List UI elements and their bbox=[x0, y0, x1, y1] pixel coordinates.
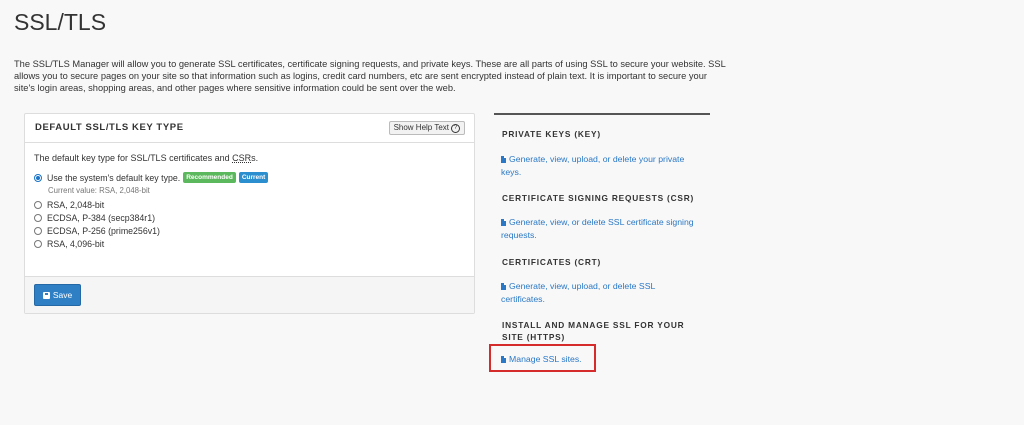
link-certificates[interactable]: Generate, view, upload, or delete SSL ce… bbox=[501, 280, 701, 306]
option-label: Use the system's default key type. bbox=[47, 172, 181, 183]
panel-body: The default key type for SSL/TLS certifi… bbox=[25, 143, 474, 279]
option-system-default[interactable]: Use the system's default key type. Recom… bbox=[34, 172, 269, 183]
show-help-text-button[interactable]: Show Help Text ? bbox=[388, 121, 465, 135]
option-label: RSA, 4,096-bit bbox=[47, 239, 105, 249]
current-badge: Current bbox=[238, 172, 269, 183]
radio-ecdsa-p384[interactable] bbox=[34, 214, 42, 222]
save-button-label: Save bbox=[52, 290, 73, 300]
panel-title: DEFAULT SSL/TLS KEY TYPE bbox=[35, 122, 184, 133]
default-key-type-panel: DEFAULT SSL/TLS KEY TYPE Show Help Text … bbox=[24, 113, 475, 314]
section-title-certificates: CERTIFICATES (CRT) bbox=[502, 257, 602, 267]
panel-footer: Save bbox=[25, 276, 474, 313]
option-label: RSA, 2,048-bit bbox=[47, 200, 105, 210]
key-type-description: The default key type for SSL/TLS certifi… bbox=[34, 153, 258, 163]
radio-rsa-4096[interactable] bbox=[34, 240, 42, 248]
help-button-label: Show Help Text bbox=[393, 123, 449, 132]
document-icon bbox=[501, 283, 506, 290]
recommended-badge: Recommended bbox=[183, 172, 236, 183]
link-text: Generate, view, upload, or delete SSL ce… bbox=[501, 281, 656, 304]
link-text: Generate, view, upload, or delete your p… bbox=[501, 154, 685, 177]
question-circle-icon: ? bbox=[451, 123, 460, 133]
option-ecdsa-p256[interactable]: ECDSA, P-256 (prime256v1) bbox=[34, 226, 160, 236]
link-text: Generate, view, or delete SSL certificat… bbox=[501, 217, 694, 240]
intro-text: The SSL/TLS Manager will allow you to ge… bbox=[14, 59, 726, 93]
link-private-keys[interactable]: Generate, view, upload, or delete your p… bbox=[501, 153, 701, 179]
document-icon bbox=[501, 156, 506, 163]
option-rsa-4096[interactable]: RSA, 4,096-bit bbox=[34, 239, 104, 249]
page-title: SSL/TLS bbox=[14, 9, 107, 35]
option-label: ECDSA, P-384 (secp384r1) bbox=[47, 213, 156, 223]
document-icon bbox=[501, 219, 506, 226]
csr-abbr: CSR bbox=[232, 153, 252, 163]
save-button[interactable]: Save bbox=[34, 284, 81, 306]
radio-ecdsa-p256[interactable] bbox=[34, 227, 42, 235]
floppy-disk-icon bbox=[42, 291, 50, 299]
radio-rsa-2048[interactable] bbox=[34, 201, 42, 209]
option-ecdsa-p384[interactable]: ECDSA, P-384 (secp384r1) bbox=[34, 213, 155, 223]
option-rsa-2048[interactable]: RSA, 2,048-bit bbox=[34, 200, 104, 210]
manage-ssl-highlight-box bbox=[489, 344, 596, 372]
description-prefix: The default key type for SSL/TLS certifi… bbox=[34, 153, 233, 163]
radio-system-default[interactable] bbox=[34, 173, 42, 182]
section-title-install-ssl: INSTALL AND MANAGE SSL FOR YOUR SITE (HT… bbox=[502, 320, 685, 342]
ssl-sections-sidebar: PRIVATE KEYS (KEY) Generate, view, uploa… bbox=[494, 113, 710, 364]
section-title-csr: CERTIFICATE SIGNING REQUESTS (CSR) bbox=[502, 193, 695, 203]
section-title-private-keys: PRIVATE KEYS (KEY) bbox=[502, 129, 601, 139]
panel-header: DEFAULT SSL/TLS KEY TYPE Show Help Text … bbox=[25, 114, 474, 143]
option-label: ECDSA, P-256 (prime256v1) bbox=[47, 226, 160, 236]
current-value-text: Current value: RSA, 2,048-bit bbox=[48, 186, 150, 195]
description-suffix: s. bbox=[251, 153, 259, 163]
link-csr[interactable]: Generate, view, or delete SSL certificat… bbox=[501, 216, 701, 242]
